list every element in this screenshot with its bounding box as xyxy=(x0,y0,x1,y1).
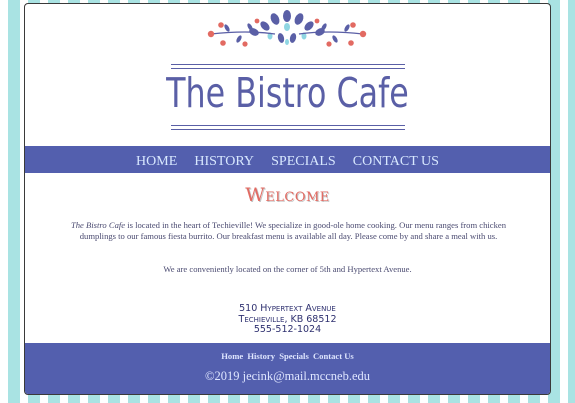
page-container: The Bistro Cafe HOME HISTORY SPECIALS CO… xyxy=(24,3,551,395)
footer-specials-link[interactable]: Specials xyxy=(279,351,309,361)
phone-number: 555-512-1024 xyxy=(253,324,322,335)
logo: The Bistro Cafe xyxy=(25,4,550,146)
intro-text: is located in the heart of Techieville! … xyxy=(79,220,507,241)
intro-paragraph: The Bistro Cafe is located in the heart … xyxy=(65,220,512,242)
site-title: The Bistro Cafe xyxy=(166,69,409,117)
footer-contact-link[interactable]: Contact Us xyxy=(313,351,354,361)
location-text: We are conveniently located on the corne… xyxy=(163,264,412,274)
title-top-rule xyxy=(171,64,405,65)
nav-specials-link[interactable]: SPECIALS xyxy=(271,154,336,169)
title-bottom-rule xyxy=(171,125,405,126)
footer-home-link[interactable]: Home xyxy=(221,351,243,361)
intro-cafe-name: The Bistro Cafe xyxy=(70,220,126,230)
address-block: 510 Hypertext Avenue Techieville, KB 685… xyxy=(25,303,550,336)
nav-contact-link[interactable]: CONTACT US xyxy=(353,154,439,169)
main-nav: HOME HISTORY SPECIALS CONTACT US xyxy=(25,146,550,173)
address-street: 510 Hypertext Avenue xyxy=(239,303,336,314)
welcome-heading: Welcome xyxy=(245,184,330,206)
footer-nav: Home History Specials Contact Us xyxy=(25,351,550,361)
nav-home-link[interactable]: HOME xyxy=(136,154,177,169)
footer-history-link[interactable]: History xyxy=(247,351,275,361)
footer: Home History Specials Contact Us ©2019 j… xyxy=(25,343,550,394)
nav-history-link[interactable]: HISTORY xyxy=(194,154,254,169)
copyright-text: ©2019 jecink@mail.mccneb.edu xyxy=(204,369,371,383)
title-bottom-rule-2 xyxy=(171,129,405,130)
